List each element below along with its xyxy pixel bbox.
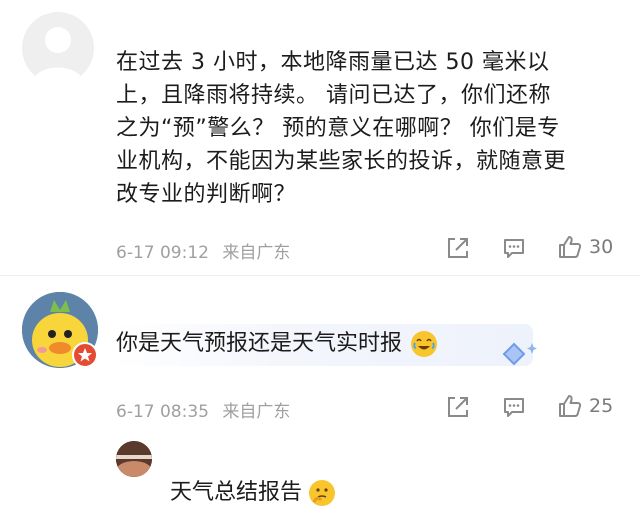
comment-line: 改专业的判断啊？ bbox=[116, 182, 297, 207]
avatar[interactable] bbox=[22, 12, 94, 84]
comment-icon bbox=[502, 236, 526, 260]
default-avatar-icon bbox=[32, 27, 84, 84]
timestamp: 6-17 09:12 bbox=[116, 243, 209, 263]
comment-text: 你是天气预报还是天气实时报 bbox=[116, 326, 438, 362]
like-count: 25 bbox=[589, 395, 614, 417]
thinking-emoji bbox=[309, 480, 336, 506]
like-button[interactable]: 25 bbox=[557, 393, 613, 419]
like-icon bbox=[557, 234, 583, 260]
share-icon bbox=[446, 395, 470, 419]
comment-button[interactable] bbox=[502, 395, 526, 419]
comment-line: 在过去 3 小时，本地降雨量已达 50 毫米以 bbox=[116, 50, 550, 75]
share-button[interactable] bbox=[446, 236, 470, 260]
comment-line: 业机构，不能因为某些家长的投诉，就随意更 bbox=[116, 149, 567, 174]
comment-meta: 6-17 09:12 来自广东 bbox=[116, 238, 290, 263]
share-icon bbox=[446, 236, 470, 260]
like-icon bbox=[557, 393, 583, 419]
divider bbox=[0, 275, 640, 276]
comment-meta: 6-17 08:35 来自广东 bbox=[116, 397, 290, 422]
comment-line: 天气总结报告 bbox=[170, 480, 303, 505]
user-avatar-icon bbox=[116, 441, 152, 477]
comment-line: 之为“预”警么？ 预的意义在哪啊？ 你们是专 bbox=[116, 116, 560, 141]
comment-icon bbox=[502, 395, 526, 419]
share-button[interactable] bbox=[446, 395, 470, 419]
comment-line: 你是天气预报还是天气实时报 bbox=[116, 331, 403, 356]
comment-text: 在过去 3 小时，本地降雨量已达 50 毫米以 上，且降雨将持续。 请问已达了，… bbox=[116, 46, 616, 211]
laughing-crying-emoji bbox=[411, 331, 438, 357]
badge-icon bbox=[72, 342, 98, 368]
avatar[interactable] bbox=[116, 441, 152, 477]
timestamp: 6-17 08:35 bbox=[116, 402, 209, 422]
like-button[interactable]: 30 bbox=[557, 234, 613, 260]
comment-line: 上，且降雨将持续。 请问已达了，你们还称 bbox=[116, 83, 551, 108]
like-count: 30 bbox=[589, 236, 614, 258]
comment-button[interactable] bbox=[502, 236, 526, 260]
location: 来自广东 bbox=[222, 402, 291, 422]
location: 来自广东 bbox=[222, 243, 291, 263]
reply-text: 天气总结报告 bbox=[170, 476, 336, 510]
sparkle-icon bbox=[500, 340, 540, 374]
